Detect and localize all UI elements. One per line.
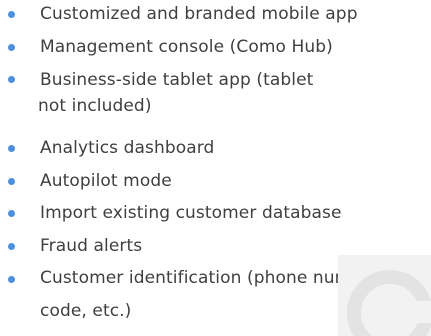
bullet-icon [8, 11, 15, 18]
list-item: Import existing customer database [8, 199, 428, 228]
list-item: Business-side tablet app (tablet not inc… [8, 65, 428, 119]
list-item: Analytics dashboard [8, 134, 428, 163]
bullet-icon [8, 44, 15, 51]
como-logo-watermark-icon [338, 255, 431, 336]
bullet-icon [8, 178, 15, 185]
feature-label: Import existing customer database [40, 203, 342, 223]
list-item: Customized and branded mobile app [8, 0, 428, 29]
bullet-icon [8, 76, 15, 83]
feature-label: Management console (Como Hub) [40, 37, 333, 57]
feature-label: Customized and branded mobile app [40, 4, 358, 24]
feature-label: Autopilot mode [40, 171, 172, 191]
bullet-icon [8, 210, 15, 217]
list-item: Management console (Como Hub) [8, 33, 428, 62]
feature-label: Business-side tablet app (tablet not inc… [38, 70, 314, 116]
list-item: Autopilot mode [8, 167, 428, 196]
bullet-icon [8, 276, 15, 283]
bullet-icon [8, 243, 15, 250]
bullet-icon [8, 145, 15, 152]
feature-label: Analytics dashboard [40, 138, 215, 158]
